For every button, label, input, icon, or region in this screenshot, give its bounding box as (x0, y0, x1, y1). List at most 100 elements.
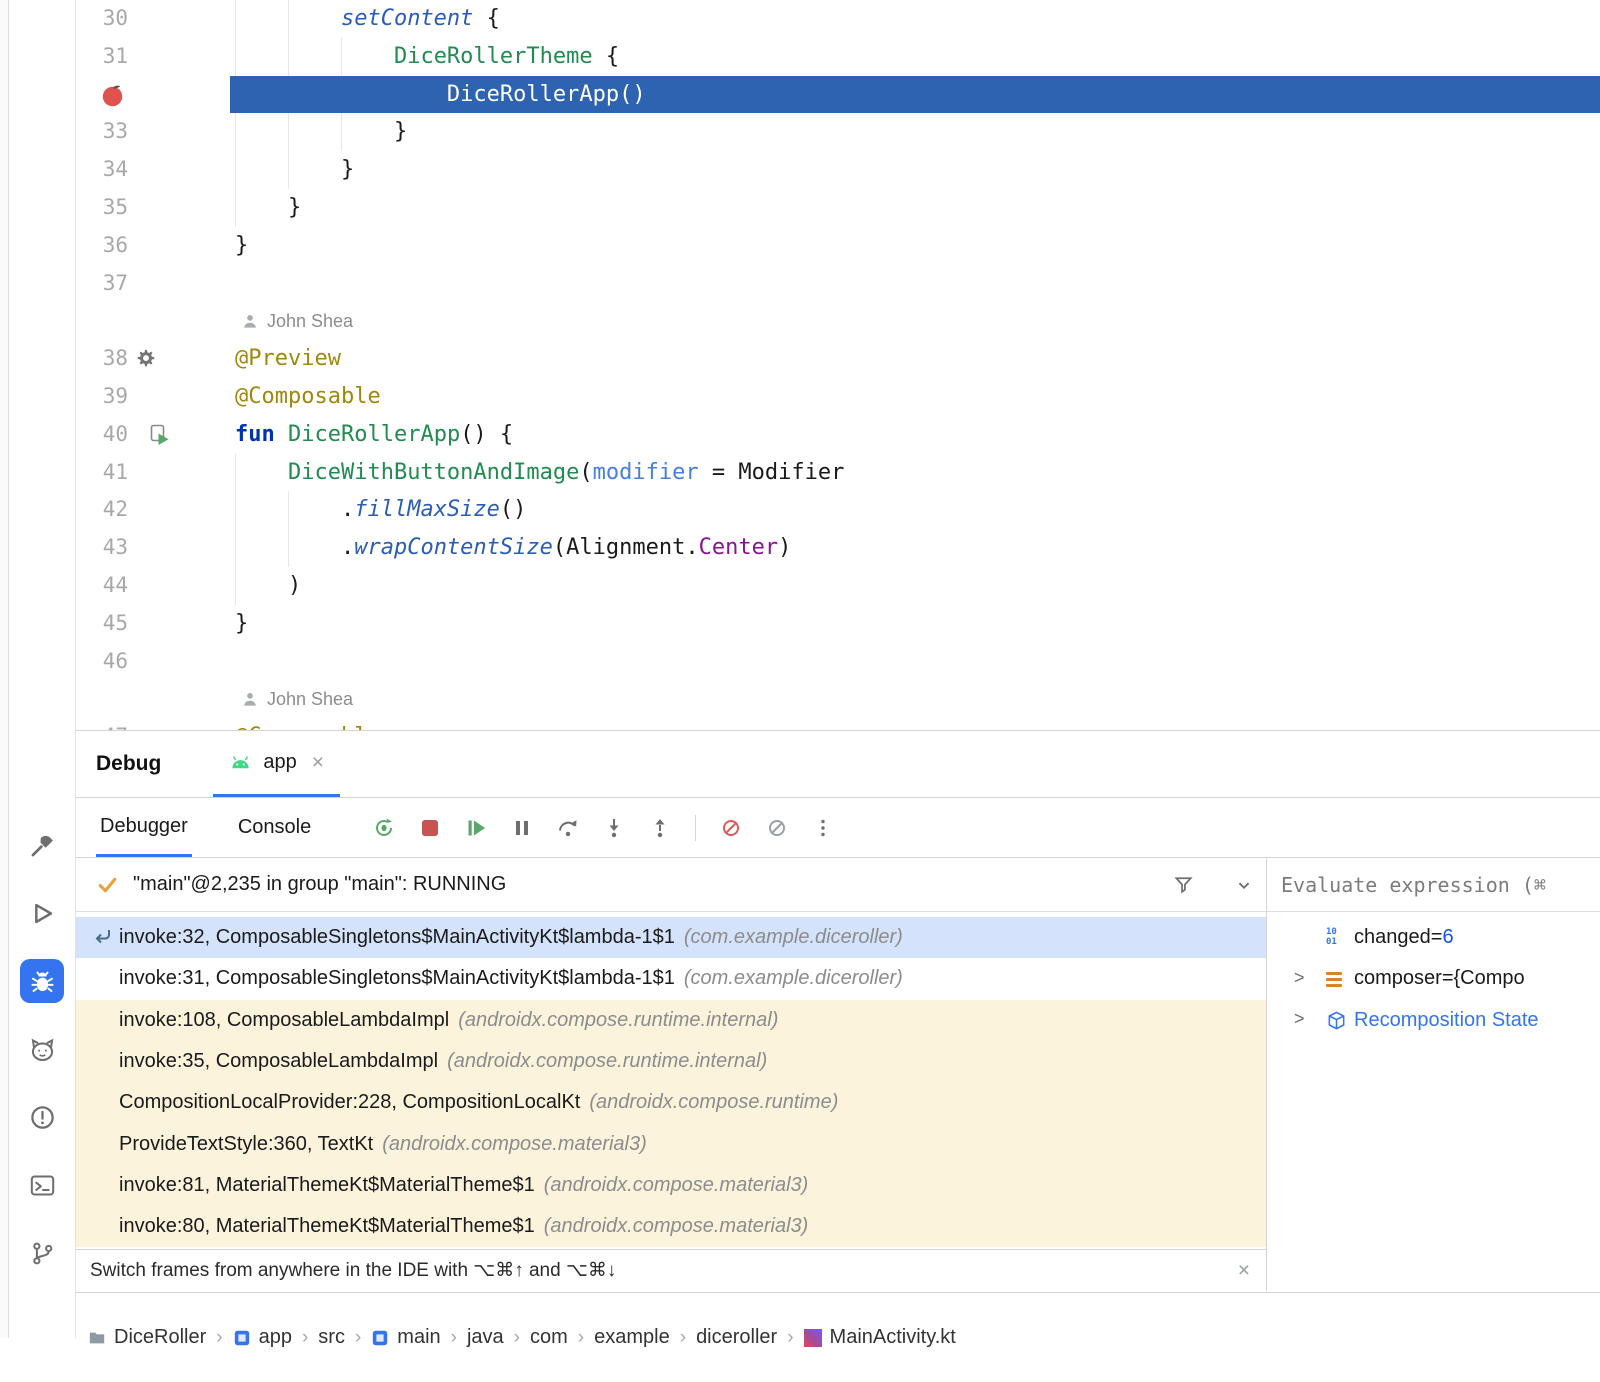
preview-settings-icon[interactable] (135, 348, 157, 370)
rerun-debug-button[interactable] (373, 817, 395, 839)
debugger-toolbar (373, 815, 834, 841)
author-name: John Shea (267, 311, 353, 332)
filter-icon[interactable] (1173, 874, 1194, 895)
sidebar-item-debug-bug[interactable] (20, 959, 64, 1003)
editor-gutter[interactable]: 47 (76, 718, 230, 730)
code-line: 40fun DiceRollerApp() { (76, 416, 1600, 454)
problems-icon (29, 1104, 56, 1131)
stop-button[interactable] (419, 817, 441, 839)
resume-button[interactable] (465, 817, 487, 839)
sidebar-item-build-hammer[interactable] (20, 823, 64, 867)
debug-tool-window: Debug app × Debugger Console "main"@2,23… (76, 730, 1600, 1292)
editor-gutter[interactable]: 44 (76, 567, 230, 605)
editor-gutter[interactable]: 34 (76, 151, 230, 189)
frame-label: invoke:31, ComposableSingletons$MainActi… (119, 967, 675, 990)
line-number: 42 (76, 491, 128, 529)
editor-gutter[interactable]: 33 (76, 113, 230, 151)
frame-label: invoke:81, MaterialThemeKt$MaterialTheme… (119, 1174, 535, 1197)
code-line: 31 DiceRollerTheme { (76, 38, 1600, 76)
editor-gutter[interactable] (76, 76, 230, 114)
editor-gutter[interactable]: 43 (76, 529, 230, 567)
variable-row[interactable]: 1001changed = 6 (1267, 917, 1600, 958)
sidebar-item-run-play[interactable] (20, 891, 64, 935)
editor-gutter[interactable]: 31 (76, 38, 230, 76)
code-line: 47 @Composable (76, 718, 1600, 730)
banner-close-icon[interactable]: × (1238, 1259, 1250, 1283)
variable-name: composer (1354, 967, 1442, 990)
pause-button[interactable] (511, 817, 533, 839)
editor-gutter[interactable]: 46 (76, 643, 230, 681)
code-text: @Composable (235, 718, 381, 730)
stack-frame-row[interactable]: invoke:80, MaterialThemeKt$MaterialTheme… (76, 1206, 1266, 1247)
frame-location: (androidx.compose.material3) (382, 1133, 647, 1156)
frame-location: (androidx.compose.runtime) (589, 1091, 838, 1114)
variable-row[interactable]: >composer = {Compo (1267, 958, 1600, 999)
chevron-down-icon[interactable] (1234, 875, 1254, 895)
line-number: 34 (76, 151, 128, 189)
frame-location: (androidx.compose.runtime.internal) (447, 1050, 767, 1073)
evaluate-expression-input[interactable]: Evaluate expression (⌘ (1267, 858, 1600, 912)
sidebar-item-version-control[interactable] (20, 1231, 64, 1275)
run-preview-icon[interactable] (149, 424, 171, 446)
step-out-button[interactable] (649, 817, 671, 839)
editor-gutter[interactable]: 37 (76, 265, 230, 303)
close-icon[interactable]: × (312, 751, 324, 775)
hint-banner: Switch frames from anywhere in the IDE w… (76, 1249, 1266, 1291)
step-over-button[interactable] (557, 817, 579, 839)
stack-frame-row[interactable]: invoke:35, ComposableLambdaImpl(androidx… (76, 1041, 1266, 1082)
mute-breakpoints-button[interactable] (766, 817, 788, 839)
variables-list: 1001changed = 6>composer = {Compo>Recomp… (1267, 912, 1600, 1041)
code-line: 42 .fillMaxSize() (76, 491, 1600, 529)
code-line: 34 } (76, 151, 1600, 189)
stack-frame-row[interactable]: invoke:32, ComposableSingletons$MainActi… (76, 917, 1266, 958)
author-icon (242, 691, 258, 707)
editor-gutter[interactable]: 41 (76, 454, 230, 492)
author-hint: John Shea (235, 689, 353, 710)
breadcrumb: DiceRoller›app›src›main›java›com›example… (76, 1292, 1600, 1382)
tab-console[interactable]: Console (234, 798, 315, 857)
code-line: 44 ) (76, 567, 1600, 605)
sidebar-item-problems[interactable] (20, 1095, 64, 1139)
code-line: 46 (76, 643, 1600, 681)
code-line: 39@Composable (76, 378, 1600, 416)
code-line: 30 setContent { (76, 0, 1600, 38)
code-lines: 30 setContent {31 DiceRollerTheme { Dice… (76, 0, 1600, 730)
stack-frame-row[interactable]: ProvideTextStyle:360, TextKt (androidx.co… (76, 1123, 1266, 1164)
tab-debugger[interactable]: Debugger (96, 798, 192, 857)
editor-gutter[interactable] (76, 302, 230, 340)
stack-frame-row[interactable]: invoke:81, MaterialThemeKt$MaterialTheme… (76, 1165, 1266, 1206)
code-text: setContent { (235, 0, 500, 38)
editor-gutter[interactable]: 35 (76, 189, 230, 227)
editor-gutter[interactable]: 42 (76, 491, 230, 529)
expand-chevron-icon[interactable]: > (1294, 967, 1305, 988)
debugger-toolbar-row: Debugger Console (76, 797, 1600, 858)
view-breakpoints-button[interactable] (720, 817, 742, 839)
stack-frame-row[interactable]: invoke:108, ComposableLambdaImpl(android… (76, 1000, 1266, 1041)
breakpoint-icon[interactable] (101, 84, 124, 107)
frame-label: invoke:80, MaterialThemeKt$MaterialTheme… (119, 1215, 535, 1238)
sidebar-item-logcat-cat[interactable] (20, 1027, 64, 1071)
editor-gutter[interactable] (76, 680, 230, 718)
author-name: John Shea (267, 689, 353, 710)
editor-gutter[interactable]: 36 (76, 227, 230, 265)
stack-frame-row[interactable]: invoke:31, ComposableSingletons$MainActi… (76, 958, 1266, 999)
code-text: DiceWithButtonAndImage(modifier = Modifi… (235, 454, 844, 492)
editor-gutter[interactable]: 30 (76, 0, 230, 38)
editor-gutter[interactable]: 45 (76, 605, 230, 643)
more-button[interactable] (812, 817, 834, 839)
stack-frame-row[interactable]: CompositionLocalProvider:228, Compositio… (76, 1082, 1266, 1123)
editor-gutter[interactable]: 39 (76, 378, 230, 416)
expand-chevron-icon[interactable]: > (1294, 1009, 1305, 1030)
editor-gutter[interactable]: 38 (76, 340, 230, 378)
thread-status-row[interactable]: "main"@2,235 in group "main": RUNNING (76, 858, 1266, 912)
editor-gutter[interactable]: 40 (76, 416, 230, 454)
sidebar-item-terminal[interactable] (20, 1163, 64, 1207)
step-into-button[interactable] (603, 817, 625, 839)
variable-value: 6 (1442, 926, 1453, 949)
tab-app-session[interactable]: app × (213, 731, 340, 797)
variable-row[interactable]: >Recomposition State (1267, 1000, 1600, 1041)
hint-text: Switch frames from anywhere in the IDE w… (90, 1259, 616, 1282)
frame-label: ProvideTextStyle:360, TextKt (119, 1133, 373, 1156)
line-number: 31 (76, 38, 128, 76)
code-line: 35 } (76, 189, 1600, 227)
